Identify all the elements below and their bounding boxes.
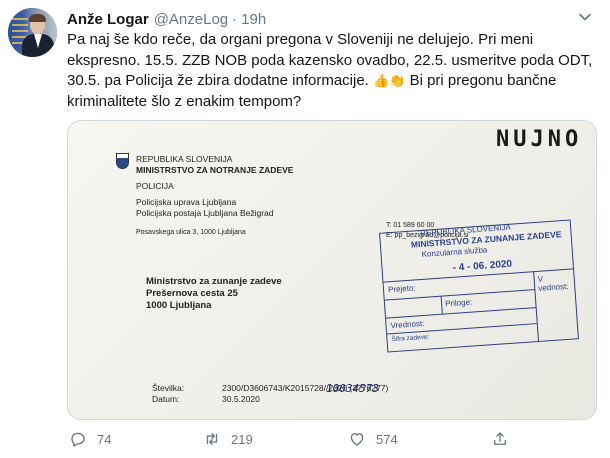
reply-icon [71,432,85,447]
slovenia-crest-icon [116,153,129,169]
reply-count: 74 [97,431,112,447]
stamp-priloge: Priloge: [444,297,473,309]
letterhead-line-1: REPUBLIKA SLOVENIJA [136,154,233,164]
tweet-actions: 74 219 574 [67,428,597,450]
received-stamp: REPUBLIKA SLOVENIJA MINISTRSTVO ZA ZUNAN… [379,219,579,353]
reference-labels: Številka: Datum: [152,383,184,405]
separator-dot: · [232,10,238,28]
heart-icon [350,433,364,446]
reference-values: 2300/D3606743/K2015728/10034573/2020 (27… [222,383,388,405]
tweet-image[interactable]: NUJNO REPUBLIKA SLOVENIJA MINISTRSTVO ZA… [67,120,597,420]
retweet-icon [206,433,218,445]
stevilka-handwritten: 10034573 [325,382,379,395]
datum-label: Datum: [152,394,180,404]
stamp-vvednost: V vednost: [537,274,569,293]
letterhead-line-4: Policijska uprava Ljubljana [136,197,237,207]
letterhead-line-5: Policijska postaja Ljubljana Bežigrad [136,208,274,218]
letterhead-address: Posavskega ulica 3, 1000 Ljubljana [136,229,246,236]
share-icon [494,432,506,445]
share-button[interactable] [491,428,519,450]
tweet-header: Anže Logar @AnzeLog · 19h [67,9,266,29]
letterhead-line-3: POLICIJA [136,181,174,191]
like-count: 574 [376,431,398,447]
reply-button[interactable]: 74 [69,428,111,450]
like-button[interactable]: 574 [348,428,398,450]
retweet-count: 219 [231,431,253,447]
recipient-line-1: Ministrstvo za zunanje zadeve [146,276,282,287]
tweet-timestamp[interactable]: 19h [241,11,266,28]
stamp-prejeto: Prejeto: [387,283,416,295]
recipient-line-3: 1000 Ljubljana [146,300,212,311]
tweet-text: Pa naj še kdo reče, da organi pregona v … [67,30,597,112]
stevilka-label: Številka: [152,383,185,393]
retweet-button[interactable]: 219 [203,428,253,450]
author-name[interactable]: Anže Logar [67,11,149,28]
letterhead-line-2: MINISTRSTVO ZA NOTRANJE ZADEVE [136,165,294,175]
tweet: Anže Logar @AnzeLog · 19h Pa naj še kdo … [0,0,610,458]
nujno-stamp: NUJNO [496,127,583,152]
datum-value: 30.5.2020 [222,394,260,404]
stevilka-value: 2300/D3606743/K2015728/ [222,383,326,393]
stamp-date: - 4 - 06. 2020 [452,258,513,274]
stamp-vrednost: Vrednost: [390,318,425,331]
clap-thumbs-emoji: 👍👏 [373,73,406,88]
recipient: Ministrstvo za zunanje zadeve Prešernova… [146,276,282,312]
chevron-down-icon[interactable] [578,10,592,24]
stamp-sifra: Šifra zadeve: [391,333,430,344]
author-avatar[interactable] [8,8,57,57]
letterhead: REPUBLIKA SLOVENIJA MINISTRSTVO ZA NOTRA… [136,154,293,219]
recipient-line-2: Prešernova cesta 25 [146,288,238,299]
author-handle[interactable]: @AnzeLog [154,11,228,28]
